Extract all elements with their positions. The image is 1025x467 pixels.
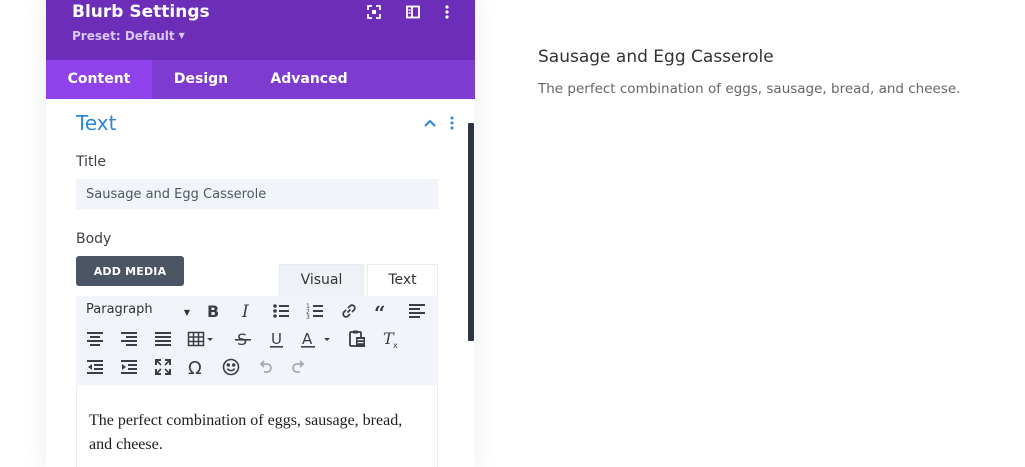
outdent-icon[interactable] [85, 357, 105, 377]
editor-toolbar: Paragraph ▼ B I 123 “ S U A T x Ω [76, 296, 438, 385]
tab-design[interactable]: Design [152, 60, 250, 99]
align-center-icon[interactable] [85, 329, 105, 349]
preset-label: Preset: Default [72, 29, 175, 43]
blockquote-icon[interactable]: “ [373, 301, 393, 321]
align-right-icon[interactable] [119, 329, 139, 349]
indent-icon[interactable] [119, 357, 139, 377]
bullet-list-icon[interactable] [271, 301, 291, 321]
paste-text-icon[interactable] [347, 329, 367, 349]
caret-down-icon: ▼ [183, 308, 190, 317]
clear-formatting-icon[interactable]: Tx [381, 329, 401, 349]
svg-text:x: x [393, 341, 398, 349]
svg-text:U: U [271, 330, 282, 348]
numbered-list-icon[interactable]: 123 [305, 301, 325, 321]
underline-icon[interactable]: U [267, 329, 287, 349]
text-color-icon[interactable]: A [299, 329, 333, 349]
svg-text:Ω: Ω [188, 358, 202, 377]
link-icon[interactable] [339, 301, 359, 321]
svg-text:I: I [241, 302, 249, 321]
editor-tab-visual[interactable]: Visual [279, 264, 364, 296]
caret-down-icon: ▼ [178, 31, 185, 40]
svg-text:“: “ [374, 301, 386, 321]
preview-blurb-title: Sausage and Egg Casserole [538, 47, 774, 67]
chevron-up-icon[interactable] [423, 116, 437, 130]
section-title[interactable]: Text [76, 111, 116, 135]
title-label: Title [76, 154, 107, 170]
panel-scrollbar[interactable] [468, 123, 474, 341]
editor-tab-text[interactable]: Text [367, 264, 438, 296]
fullscreen-icon[interactable] [153, 357, 173, 377]
redo-icon[interactable] [289, 357, 309, 377]
preset-selector[interactable]: Preset: Default ▼ [72, 29, 185, 43]
emoji-icon[interactable] [221, 357, 241, 377]
italic-icon[interactable]: I [237, 301, 257, 321]
add-media-button[interactable]: ADD MEDIA [76, 256, 184, 286]
blurb-settings-modal: Blurb Settings Preset: Default ▼ Content … [46, 0, 475, 467]
table-icon[interactable] [187, 329, 215, 349]
modal-title: Blurb Settings [72, 2, 210, 22]
strikethrough-icon[interactable]: S [233, 329, 253, 349]
modal-header: Blurb Settings Preset: Default ▼ [46, 0, 475, 60]
section-more-icon[interactable] [446, 115, 458, 131]
title-input[interactable] [76, 179, 438, 209]
tab-advanced[interactable]: Advanced [250, 60, 368, 99]
undo-icon[interactable] [255, 357, 275, 377]
svg-text:3: 3 [306, 314, 310, 321]
more-vertical-icon[interactable] [439, 4, 455, 20]
content-panel: Text Title Body ADD MEDIA Visual Text Pa… [46, 99, 475, 467]
expand-icon[interactable] [366, 4, 382, 20]
sidebar-layout-icon[interactable] [405, 4, 421, 20]
align-justify-icon[interactable] [153, 329, 173, 349]
body-label: Body [76, 231, 112, 247]
align-left-icon[interactable] [407, 301, 427, 321]
preview-blurb-body: The perfect combination of eggs, sausage… [538, 81, 961, 97]
special-character-icon[interactable]: Ω [187, 357, 207, 377]
bold-icon[interactable]: B [203, 301, 223, 321]
settings-tabs: Content Design Advanced [46, 60, 475, 99]
svg-text:A: A [302, 330, 313, 348]
body-editor-content[interactable]: The perfect combination of eggs, sausage… [76, 385, 438, 467]
format-select-value: Paragraph [86, 302, 153, 317]
tab-content[interactable]: Content [46, 60, 152, 99]
svg-text:B: B [207, 302, 219, 321]
paragraph-format-select[interactable]: Paragraph ▼ [86, 302, 190, 320]
